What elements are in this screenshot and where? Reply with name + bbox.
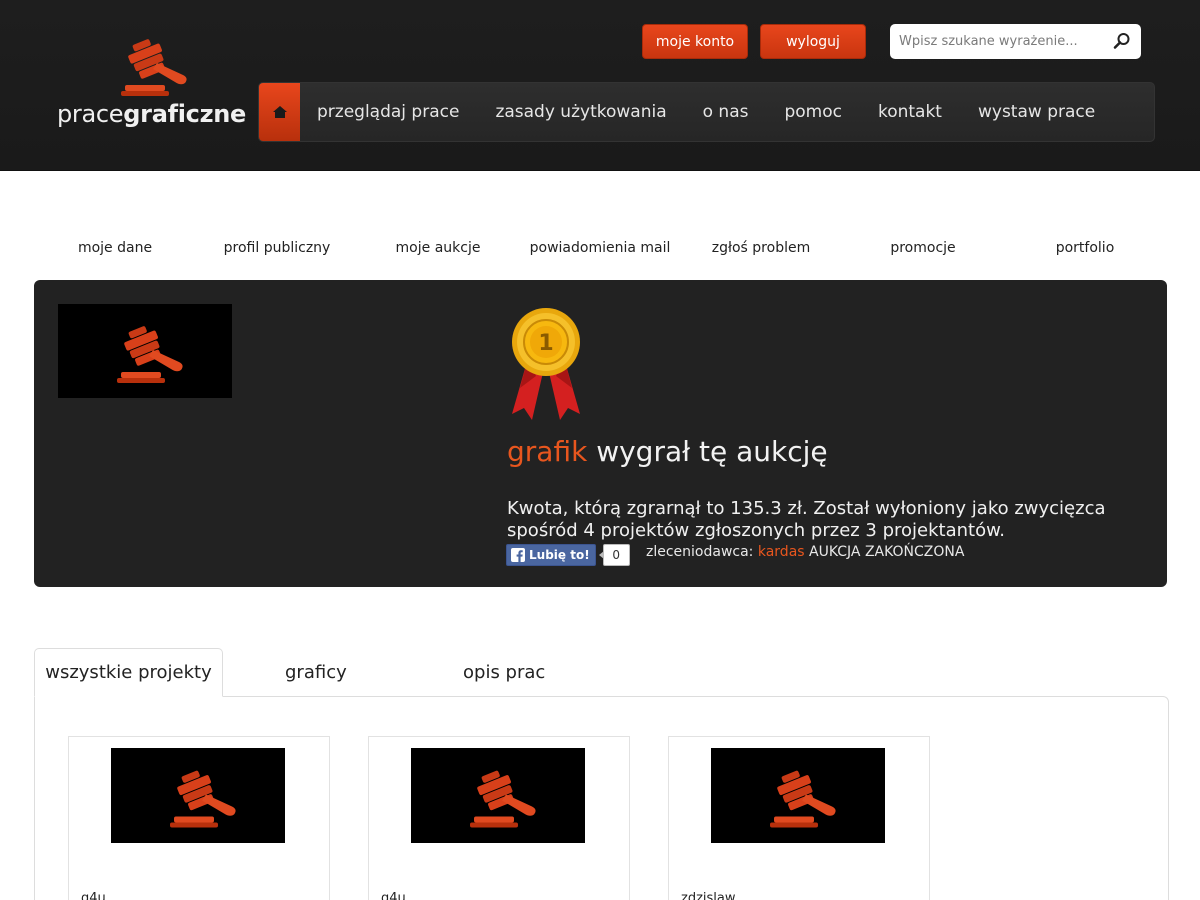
gavel-thumbnail-icon xyxy=(170,767,236,828)
site-logo[interactable]: pracegraficzne xyxy=(57,30,246,130)
facebook-like: Lubię to! 0 xyxy=(506,544,630,566)
gavel-logo-icon xyxy=(117,33,197,97)
nav-item-contact[interactable]: kontakt xyxy=(878,102,942,122)
tab-work-description[interactable]: opis prac xyxy=(463,648,545,697)
logo-text: pracegraficzne xyxy=(57,100,246,128)
gavel-thumbnail-icon xyxy=(117,322,183,383)
project-author[interactable]: zdzislaw xyxy=(681,891,736,900)
home-icon xyxy=(272,106,287,118)
facebook-icon xyxy=(511,548,525,562)
nav-item-terms[interactable]: zasady użytkowania xyxy=(495,102,666,122)
winner-text: wygrał tę aukcję xyxy=(587,435,828,468)
nav-items: przeglądaj prace zasady użytkowania o na… xyxy=(317,83,1131,141)
subnav-promotions[interactable]: promocje xyxy=(890,240,955,256)
my-account-button[interactable]: moje konto xyxy=(642,24,748,59)
winner-username[interactable]: grafik xyxy=(507,435,587,468)
auction-thumbnail[interactable] xyxy=(58,304,232,398)
logo-text-bold: graficzne xyxy=(123,100,247,128)
project-author[interactable]: g4u xyxy=(381,891,406,900)
nav-item-about[interactable]: o nas xyxy=(703,102,749,122)
client-line: zleceniodawca: kardas AUKCJA ZAKOŃCZONA xyxy=(646,544,964,560)
subnav-public-profile[interactable]: profil publiczny xyxy=(224,240,331,256)
subnav-portfolio[interactable]: portfolio xyxy=(1056,240,1115,256)
home-button[interactable] xyxy=(259,83,300,141)
logo-text-light: prace xyxy=(57,100,124,128)
gavel-thumbnail-icon xyxy=(770,767,836,828)
search-box xyxy=(890,24,1141,59)
facebook-like-button[interactable]: Lubię to! xyxy=(506,544,596,566)
auction-status: AUKCJA ZAKOŃCZONA xyxy=(804,544,965,560)
search-icon[interactable] xyxy=(1113,32,1131,50)
main-nav: przeglądaj prace zasady użytkowania o na… xyxy=(258,82,1155,142)
project-card[interactable]: g4u xyxy=(368,736,630,900)
nav-item-help[interactable]: pomoc xyxy=(784,102,842,122)
nav-item-browse[interactable]: przeglądaj prace xyxy=(317,102,459,122)
search-input[interactable] xyxy=(890,26,1105,57)
client-name-link[interactable]: kardas xyxy=(758,544,805,560)
nav-item-post-work[interactable]: wystaw prace xyxy=(978,102,1095,122)
tab-designers[interactable]: graficy xyxy=(285,648,347,697)
site-header: pracegraficzne moje konto wyloguj przegl… xyxy=(0,0,1200,171)
logout-button[interactable]: wyloguj xyxy=(760,24,866,59)
auction-description: Kwota, którą zgrarnął to 135.3 zł. Zosta… xyxy=(507,498,1106,541)
project-thumbnail[interactable] xyxy=(111,748,285,843)
subnav-my-auctions[interactable]: moje aukcje xyxy=(396,240,481,256)
project-thumbnail[interactable] xyxy=(411,748,585,843)
account-subnav: moje dane profil publiczny moje aukcje p… xyxy=(0,240,1200,264)
client-label: zleceniodawca: xyxy=(646,544,758,560)
subnav-report-problem[interactable]: zgłoś problem xyxy=(712,240,810,256)
gavel-thumbnail-icon xyxy=(470,767,536,828)
subnav-my-data[interactable]: moje dane xyxy=(78,240,152,256)
like-count: 0 xyxy=(598,544,630,566)
medal-number: 1 xyxy=(538,331,553,356)
project-thumbnail[interactable] xyxy=(711,748,885,843)
tab-all-projects[interactable]: wszystkie projekty xyxy=(34,648,223,697)
winner-heading: grafik wygrał tę aukcję xyxy=(507,435,828,468)
subnav-mail-notifications[interactable]: powiadomienia mail xyxy=(530,240,671,256)
project-author[interactable]: g4u xyxy=(81,891,106,900)
project-card[interactable]: g4u xyxy=(68,736,330,900)
project-card[interactable]: zdzislaw xyxy=(668,736,930,900)
like-label: Lubię to! xyxy=(529,548,590,562)
auction-result-panel: 1 grafik wygrał tę aukcję Kwota, którą z… xyxy=(34,280,1167,587)
projects-panel: g4u g4u zdzislaw xyxy=(34,696,1169,900)
first-place-medal-icon: 1 xyxy=(512,308,580,420)
